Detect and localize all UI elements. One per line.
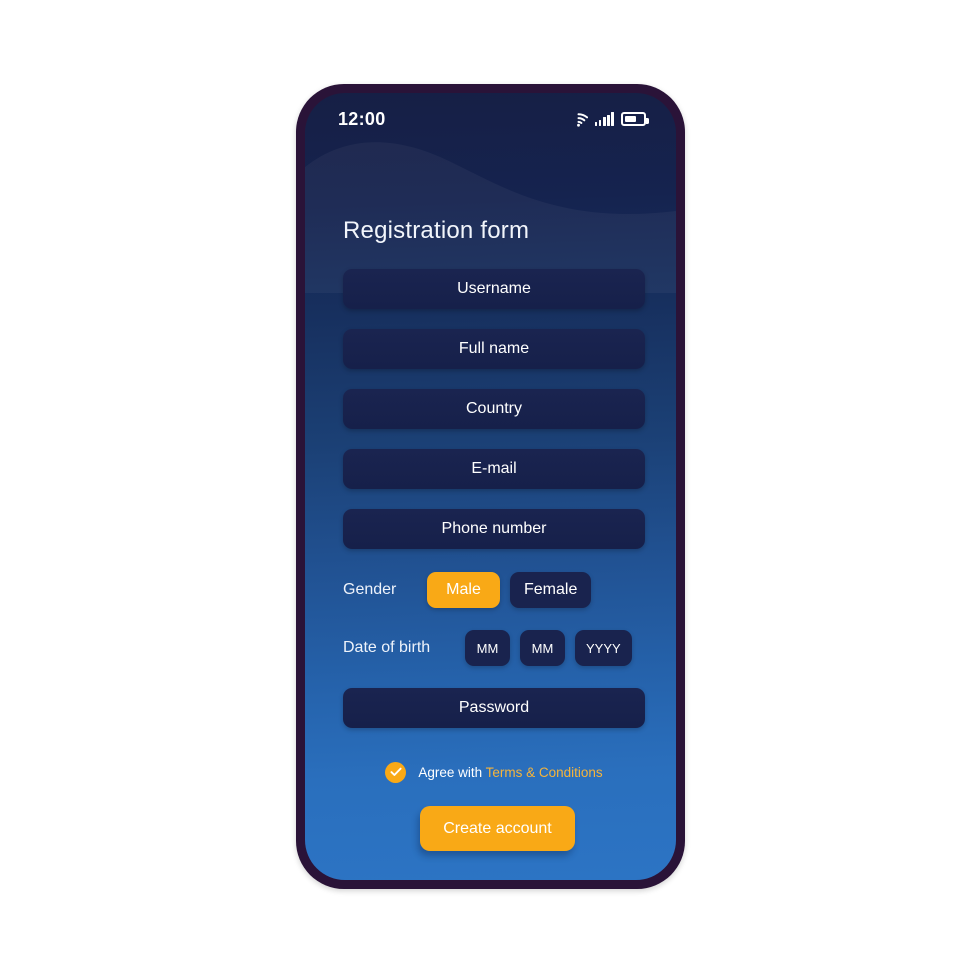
gender-label: Gender [343, 581, 397, 598]
country-input[interactable]: Country [343, 389, 645, 429]
create-account-button[interactable]: Create account [420, 806, 575, 851]
username-input[interactable]: Username [343, 269, 645, 309]
password-input[interactable]: Password [343, 688, 645, 728]
status-bar: 12:00 [305, 93, 676, 145]
gender-option-male[interactable]: Male [427, 572, 500, 608]
status-time: 12:00 [338, 108, 386, 129]
gender-option-female[interactable]: Female [510, 572, 592, 608]
email-input[interactable]: E-mail [343, 449, 645, 489]
fullname-input[interactable]: Full name [343, 329, 645, 369]
status-icons [569, 112, 649, 127]
gender-row: Gender Male Female [343, 572, 645, 608]
checkmark-icon [390, 767, 402, 776]
phone-device-frame: 12:00 Registration form Username Full na… [296, 84, 685, 889]
date-of-birth-row: Date of birth MM MM YYYY [343, 630, 645, 666]
phone-screen: 12:00 Registration form Username Full na… [305, 93, 676, 880]
terms-checkbox[interactable] [385, 761, 407, 783]
registration-form: Registration form Username Full name Cou… [305, 93, 676, 880]
cellular-signal-icon [594, 112, 614, 126]
terms-row: Agree with Terms & Conditions [343, 759, 645, 785]
terms-prefix: Agree with [418, 764, 486, 780]
dob-day-input[interactable]: MM [520, 630, 565, 666]
wifi-icon [576, 112, 588, 127]
phone-number-input[interactable]: Phone number [343, 509, 645, 549]
battery-icon [621, 112, 649, 126]
date-of-birth-label: Date of birth [343, 639, 431, 656]
terms-conditions-link[interactable]: Terms & Conditions [486, 765, 603, 780]
page-title: Registration form [343, 217, 530, 244]
dob-month-input[interactable]: MM [465, 630, 510, 666]
dob-year-input[interactable]: YYYY [575, 630, 632, 666]
terms-label: Agree with Terms & Conditions [418, 765, 602, 780]
